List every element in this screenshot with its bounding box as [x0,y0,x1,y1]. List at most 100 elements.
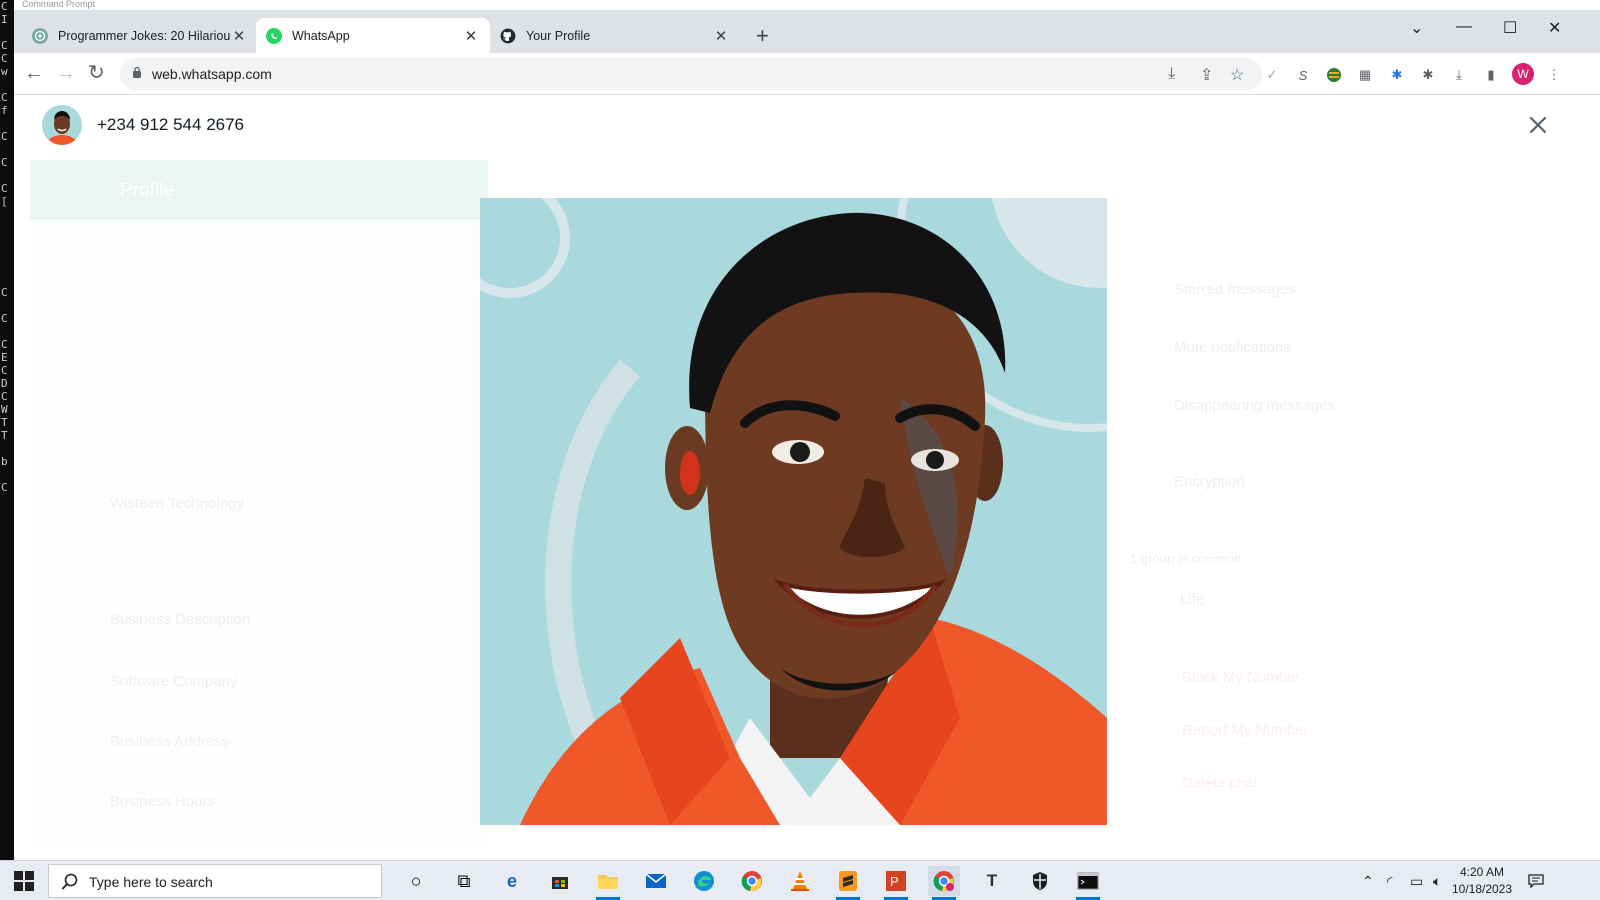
sublime-text-icon[interactable] [832,866,864,900]
security-shield-icon[interactable] [1024,866,1056,896]
minimize-icon[interactable]: — [1456,18,1472,36]
profile-photo [480,198,1107,825]
globe-extension-icon[interactable] [1326,67,1342,83]
address-bar[interactable]: web.whatsapp.com ⤓ ⇪ ☆ [120,58,1262,90]
downloads-icon[interactable]: ⤓ [1451,67,1467,83]
tab-your-profile[interactable]: Your Profile ✕ [490,18,740,53]
faded-row: Software Company [110,673,238,690]
cmd-line: C [1,312,8,325]
cmd-line: C [1,130,8,143]
cmd-line [0,260,14,273]
vlc-icon[interactable] [784,866,816,896]
cmd-line: C [1,39,8,52]
close-icon[interactable] [1524,111,1552,139]
contact-phone-number: +234 912 544 2676 [97,115,245,134]
tab-close-icon[interactable]: ✕ [230,27,248,45]
faded-row: Starred messages [1174,281,1296,298]
tab-close-icon[interactable]: ✕ [712,27,730,45]
bookmark-star-icon[interactable]: ☆ [1230,65,1244,85]
typora-icon[interactable]: T [976,866,1008,896]
battery-icon[interactable]: ▭ [1410,873,1423,890]
chrome-icon[interactable] [736,866,768,896]
powerpoint-icon[interactable]: P [880,866,912,900]
cmd-line: D [1,377,8,390]
edge-legacy-icon[interactable]: e [496,866,528,896]
cmd-line: T [1,416,8,429]
qr-extension-icon[interactable]: ▦ [1357,67,1373,83]
cortana-icon[interactable]: ○ [400,866,432,896]
cmd-line: f [1,104,8,117]
faded-row: Encryption [1174,473,1245,490]
tab-search-chevron-icon[interactable]: ⌄ [1410,18,1423,38]
cmd-line [0,325,14,338]
install-app-icon[interactable]: ⤓ [1168,65,1175,83]
cmd-line [0,78,14,91]
s-extension-icon[interactable]: S [1295,67,1311,83]
cmd-line [0,221,14,234]
cmd-line: E [1,351,8,364]
lock-icon [133,66,141,78]
tab-close-icon[interactable]: ✕ [462,27,480,45]
cmd-line: C [1,338,8,351]
puzzle-blue-extension-icon[interactable]: ✱ [1389,67,1405,83]
github-icon [500,27,516,44]
tab-programmer-jokes[interactable]: Programmer Jokes: 20 Hilarious! ✕ [22,18,258,53]
tray-chevron-icon[interactable]: ⌃ [1362,873,1374,890]
faded-row: Block My Number [1182,669,1301,686]
taskbar-search-box[interactable]: Type here to search [48,864,382,898]
cmd-line [0,234,14,247]
cmd-line: C [1,182,8,195]
tab-label: Your Profile [526,28,591,43]
cmd-line: C [1,481,8,494]
taskbar-clock[interactable]: 4:20 AM 10/18/2023 [1450,864,1514,898]
tab-whatsapp[interactable]: WhatsApp ✕ [256,18,490,53]
whatsapp-icon [266,27,282,44]
notifications-icon[interactable] [1528,873,1544,892]
faded-group-label: 1 group in common [1130,551,1242,566]
window-close-icon[interactable]: ✕ [1548,18,1561,38]
clock-time: 4:20 AM [1459,865,1505,879]
cmd-line: T [1,429,8,442]
cmd-line: [ [1,195,8,208]
side-panel-icon[interactable]: ▮ [1483,67,1499,83]
cmd-line [0,247,14,260]
clock-date: 10/18/2023 [1451,882,1513,896]
checkmark-extension-icon[interactable]: ✓ [1264,67,1280,83]
svg-text:P: P [890,874,899,889]
cmd-line: C [1,52,8,65]
extensions-puzzle-icon[interactable]: ✱ [1420,67,1436,83]
faded-row: Business Description [110,611,251,628]
cmd-line: C [1,91,8,104]
cmd-line: C [1,390,8,403]
contact-avatar[interactable] [42,105,82,145]
kebab-menu-icon[interactable]: ⋮ [1546,67,1562,83]
cmd-line: w [1,65,8,78]
file-explorer-icon[interactable] [592,866,624,900]
new-tab-icon[interactable]: + [756,25,769,47]
back-arrow-icon[interactable]: ← [24,62,44,84]
faded-row: Wisteen Technology [110,495,244,512]
cmd-line [0,26,14,39]
cmd-line [0,468,14,481]
volume-icon[interactable]: 🔈︎ [1433,873,1441,890]
mail-icon[interactable] [640,866,672,896]
share-icon[interactable]: ⇪ [1200,65,1213,85]
profile-avatar[interactable]: W [1512,63,1534,85]
network-icon[interactable]: ◜ [1387,873,1392,890]
windows-taskbar: Type here to search ○ ⧉ e P T ⌃ ◜ ▭ 🔈︎ 4… [0,860,1600,900]
cmd-line: C [1,364,8,377]
tab-label: Programmer Jokes: 20 Hilarious! [58,28,230,43]
forward-arrow-icon[interactable]: → [56,62,76,84]
chrome-active-icon[interactable] [928,866,960,900]
windows-start-icon[interactable] [14,871,34,891]
task-view-icon[interactable]: ⧉ [448,866,480,896]
cmd-line: C [1,156,8,169]
maximize-icon[interactable]: ☐ [1503,18,1517,38]
edge-icon[interactable] [688,866,720,896]
browser-window: Programmer Jokes: 20 Hilarious! ✕ WhatsA… [14,10,1600,860]
cmd-line: W [1,403,8,416]
command-prompt-icon[interactable] [1072,866,1104,900]
reload-icon[interactable]: ↻ [88,62,105,84]
cmd-line [0,273,14,286]
store-icon[interactable] [544,866,576,896]
